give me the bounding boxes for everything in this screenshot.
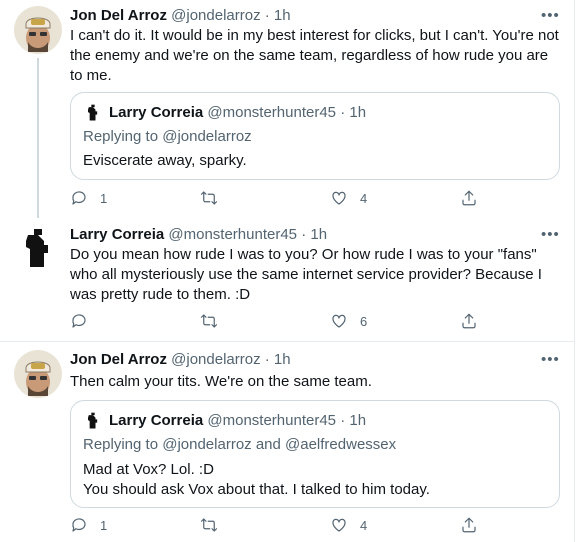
retweet-button[interactable] (200, 187, 218, 209)
tweet-actions: 1 4 (70, 514, 490, 536)
quote-timestamp: · 1h (340, 412, 367, 429)
timestamp[interactable]: · 1h (265, 351, 291, 368)
heart-icon (330, 516, 348, 534)
like-button[interactable]: 6 (330, 310, 367, 332)
timestamp[interactable]: · 1h (265, 7, 291, 24)
heart-icon (330, 189, 348, 207)
author-handle[interactable]: @monsterhunter45 (168, 226, 297, 243)
quote-timestamp: · 1h (340, 104, 367, 121)
reply-icon (70, 312, 88, 330)
tweet-text: I can't do it. It would be in my best in… (70, 27, 559, 84)
author-name[interactable]: Jon Del Arroz (70, 7, 167, 24)
tweet[interactable]: Jon Del Arroz @jondelarroz · 1h ••• Then… (0, 342, 574, 542)
share-icon (460, 189, 478, 207)
author-name[interactable]: Jon Del Arroz (70, 351, 167, 368)
quote-author-name: Larry Correia (109, 104, 204, 121)
replying-to-mentions[interactable]: @jondelarroz and @aelfredwessex (162, 436, 396, 453)
share-icon (460, 516, 478, 534)
more-icon[interactable]: ••• (541, 225, 560, 245)
author-handle[interactable]: @jondelarroz (171, 7, 260, 24)
retweet-icon (200, 189, 218, 207)
tweet-actions: 1 4 (70, 187, 490, 209)
reply-button[interactable] (70, 310, 88, 332)
heart-icon (330, 312, 348, 330)
tweet-text: Do you mean how rude I was to you? Or ho… (70, 246, 542, 303)
reply-count: 1 (100, 190, 108, 206)
replying-to-label: Replying to (83, 128, 159, 145)
quote-header: Larry Correia @monsterhunter45 · 1h (83, 411, 366, 431)
replying-to: Replying to @jondelarroz (83, 127, 252, 147)
author-handle[interactable]: @jondelarroz (171, 351, 260, 368)
avatar[interactable] (14, 350, 62, 398)
retweet-button[interactable] (200, 514, 218, 536)
share-button[interactable] (460, 310, 478, 332)
avatar[interactable] (14, 225, 62, 273)
reply-button[interactable]: 1 (70, 187, 107, 209)
tweet-actions: 6 (70, 310, 490, 332)
replying-to: Replying to @jondelarroz and @aelfredwes… (83, 435, 396, 455)
tweet-text: Then calm your tits. We're on the same t… (70, 373, 372, 390)
share-button[interactable] (460, 187, 478, 209)
like-button[interactable]: 4 (330, 514, 367, 536)
quote-author-name: Larry Correia (109, 412, 204, 429)
replying-to-mentions[interactable]: @jondelarroz (162, 128, 251, 145)
share-button[interactable] (460, 514, 478, 536)
right-border (574, 0, 575, 542)
share-icon (460, 312, 478, 330)
reply-icon (70, 516, 88, 534)
like-count: 6 (360, 313, 368, 329)
like-button[interactable]: 4 (330, 187, 367, 209)
retweet-icon (200, 516, 218, 534)
tweet[interactable]: Larry Correia @monsterhunter45 · 1h ••• … (0, 219, 574, 341)
quote-text: Mad at Vox? Lol. :D (83, 461, 214, 478)
quote-text: Eviscerate away, sparky. (83, 152, 247, 169)
quote-text: You should ask Vox about that. I talked … (83, 481, 430, 498)
more-icon[interactable]: ••• (541, 350, 560, 370)
quote-header: Larry Correia @monsterhunter45 · 1h (83, 103, 366, 123)
reply-icon (70, 189, 88, 207)
timestamp[interactable]: · 1h (301, 226, 327, 243)
reply-count: 1 (100, 517, 108, 533)
quote-author-handle: @monsterhunter45 (207, 104, 337, 121)
retweet-button[interactable] (200, 310, 218, 332)
avatar (83, 103, 103, 123)
tweet-header: Jon Del Arroz @jondelarroz · 1h (70, 350, 291, 370)
replying-to-label: Replying to (83, 436, 159, 453)
like-count: 4 (360, 517, 368, 533)
quote-author-handle: @monsterhunter45 (207, 412, 337, 429)
avatar (83, 411, 103, 431)
reply-button[interactable]: 1 (70, 514, 107, 536)
tweet[interactable]: Jon Del Arroz @jondelarroz · 1h ••• I ca… (0, 0, 574, 219)
thread-line (37, 58, 39, 218)
avatar[interactable] (14, 6, 62, 54)
author-name[interactable]: Larry Correia (70, 226, 164, 243)
quoted-tweet[interactable]: Larry Correia @monsterhunter45 · 1h Repl… (70, 400, 560, 508)
more-icon[interactable]: ••• (541, 6, 560, 26)
quoted-tweet[interactable]: Larry Correia @monsterhunter45 · 1h Repl… (70, 92, 560, 180)
tweet-header: Larry Correia @monsterhunter45 · 1h (70, 225, 327, 245)
like-count: 4 (360, 190, 368, 206)
tweet-header: Jon Del Arroz @jondelarroz · 1h (70, 6, 291, 26)
retweet-icon (200, 312, 218, 330)
